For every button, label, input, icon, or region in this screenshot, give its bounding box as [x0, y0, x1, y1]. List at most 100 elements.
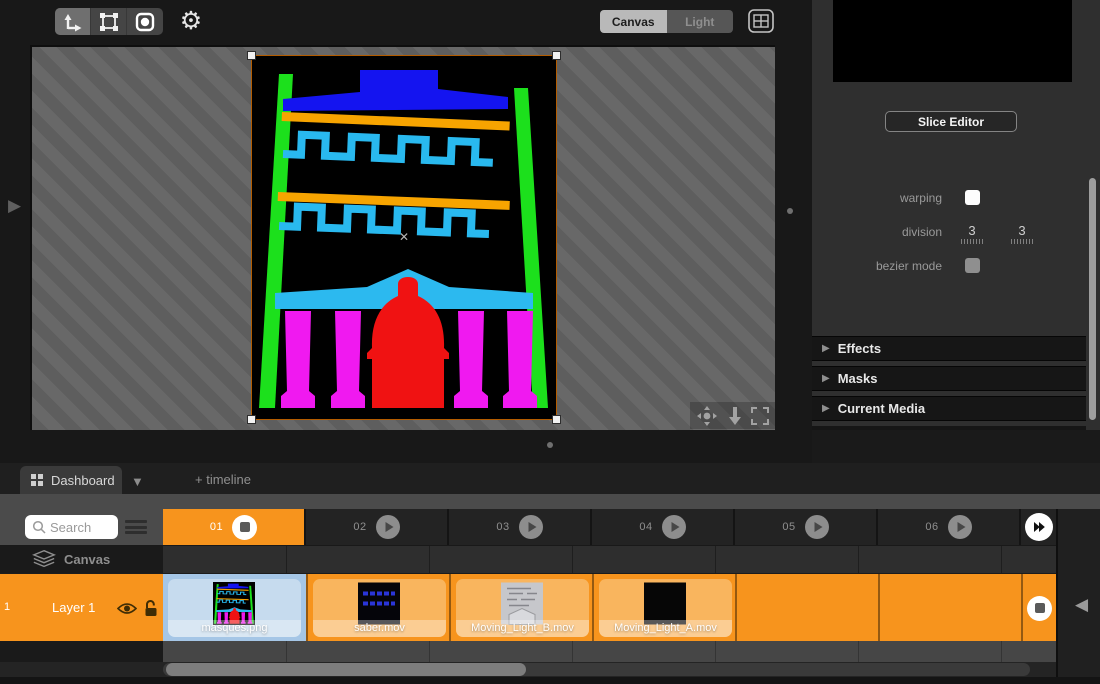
slice-editor-button[interactable]: Slice Editor: [885, 111, 1017, 132]
media-cell-01[interactable]: masques.png: [163, 574, 306, 642]
media-card[interactable]: saber.mov: [313, 579, 446, 637]
mask-icon: [135, 12, 155, 31]
collapse-panel-caret[interactable]: ◀: [1075, 595, 1088, 615]
media-cell-02[interactable]: saber.mov: [306, 574, 449, 642]
media-thumbnail: [501, 582, 543, 625]
stop-icon: [1027, 595, 1052, 621]
bezier-mode-checkbox[interactable]: [965, 258, 980, 273]
stop-icon[interactable]: [232, 514, 258, 540]
play-icon[interactable]: [375, 515, 400, 539]
horizontal-scrollbar-track[interactable]: [163, 663, 1030, 676]
fullscreen-icon[interactable]: [751, 406, 769, 425]
properties-panel: Slice Editor warping division 3 3 bezier…: [812, 0, 1100, 430]
media-filename: Moving_Light_B.mov: [456, 620, 589, 637]
corner-pin-tool-button[interactable]: [91, 8, 127, 35]
layers-icon: [32, 549, 56, 568]
search-box[interactable]: [25, 515, 118, 539]
view-toggle-light[interactable]: Light: [666, 10, 733, 33]
grid-view-button[interactable]: [748, 9, 774, 33]
section-partial: [812, 426, 1086, 430]
section-label: Effects: [837, 341, 882, 356]
timeline-header: 01 02 03 04 05 06: [0, 509, 1056, 545]
tool-group: [55, 8, 163, 35]
view-toggle: Canvas Light: [600, 10, 733, 33]
media-card[interactable]: masques.png: [168, 579, 301, 637]
left-panel-expand-caret[interactable]: ▶: [8, 196, 21, 216]
media-filename: saber.mov: [313, 620, 446, 637]
move-tool-button[interactable]: [55, 8, 91, 35]
tab-dashboard[interactable]: Dashboard: [20, 466, 122, 494]
media-cell-04[interactable]: Moving_Light_A.mov: [592, 574, 735, 642]
menu-icon[interactable]: [125, 520, 147, 534]
grid-view-icon: [748, 9, 774, 33]
canvas-view-controls: [690, 402, 775, 429]
fit-down-arrow-icon[interactable]: [728, 406, 742, 426]
section-label: Masks: [837, 371, 878, 386]
section-current-media[interactable]: ▶ Current Media: [812, 396, 1086, 421]
layer-header[interactable]: 1 Layer 1: [0, 574, 163, 642]
media-card[interactable]: Moving_Light_B.mov: [456, 579, 589, 637]
panel-resize-dot-right[interactable]: [787, 208, 793, 214]
unlock-icon[interactable]: [143, 599, 159, 617]
media-cell-06-empty[interactable]: [878, 574, 1021, 642]
play-icon[interactable]: [804, 515, 829, 539]
media-card[interactable]: Moving_Light_A.mov: [599, 579, 732, 637]
selected-surface[interactable]: ✕: [247, 51, 561, 424]
selection-handle-top-right[interactable]: [552, 51, 561, 60]
canvas-row-header[interactable]: Canvas: [0, 545, 163, 573]
section-masks[interactable]: ▶ Masks: [812, 366, 1086, 391]
app-window: ⚙ Canvas Light ▶ ✕ Slice Editor warping …: [0, 0, 1100, 684]
column-header-06[interactable]: 06: [878, 509, 1021, 545]
pan-icon[interactable]: [696, 405, 718, 427]
column-label: 01: [209, 521, 224, 533]
mapping-canvas[interactable]: ✕: [30, 45, 775, 430]
layer-index: 1: [4, 601, 11, 613]
column-label: 04: [639, 521, 653, 533]
selection-handle-bottom-right[interactable]: [552, 415, 561, 424]
surface-center-marker: ✕: [398, 230, 410, 244]
column-header-03[interactable]: 03: [449, 509, 592, 545]
column-header-01[interactable]: 01: [163, 509, 306, 545]
panel-resize-dot-bottom[interactable]: [547, 442, 553, 448]
visibility-eye-icon[interactable]: [117, 602, 137, 615]
play-icon[interactable]: [518, 515, 543, 539]
play-icon[interactable]: [661, 515, 686, 539]
division-x-field[interactable]: 3: [962, 223, 982, 238]
media-thumbnail: [644, 582, 686, 625]
view-toggle-canvas[interactable]: Canvas: [600, 10, 667, 33]
selection-handle-bottom-left[interactable]: [247, 415, 256, 424]
panel-scrollbar[interactable]: [1089, 178, 1096, 420]
column-header-04[interactable]: 04: [592, 509, 735, 545]
selection-handle-top-left[interactable]: [247, 51, 256, 60]
column-header-05[interactable]: 05: [735, 509, 878, 545]
skip-forward-button[interactable]: [1021, 509, 1056, 545]
warping-checkbox[interactable]: [965, 190, 980, 205]
layer-row: 1 Layer 1 masques.png saber.mov Moving_L…: [0, 573, 1056, 642]
media-filename: masques.png: [168, 620, 301, 637]
media-cell-05-empty[interactable]: [735, 574, 878, 642]
division-label: division: [901, 225, 942, 239]
column-label: 02: [353, 521, 367, 533]
add-timeline-button[interactable]: + timeline: [195, 472, 251, 487]
mask-tool-button[interactable]: [127, 8, 163, 35]
layer-stop-button[interactable]: [1021, 574, 1056, 642]
column-label: 05: [782, 521, 796, 533]
layer-name: Layer 1: [52, 600, 96, 615]
output-preview: [833, 0, 1072, 82]
play-icon[interactable]: [947, 515, 972, 539]
media-cell-03[interactable]: Moving_Light_B.mov: [449, 574, 592, 642]
fast-forward-icon: [1024, 513, 1053, 541]
timeline-header-left: [0, 509, 163, 545]
tab-dropdown-caret[interactable]: ▼: [131, 474, 144, 489]
settings-gear-icon[interactable]: ⚙: [178, 6, 204, 36]
division-y-field[interactable]: 3: [1012, 223, 1032, 238]
horizontal-scrollbar-thumb[interactable]: [166, 663, 526, 676]
section-effects[interactable]: ▶ Effects: [812, 336, 1086, 361]
column-label: 06: [925, 521, 939, 533]
timeline-right-strip: ◀: [1056, 509, 1100, 684]
column-header-02[interactable]: 02: [306, 509, 449, 545]
search-input[interactable]: [50, 519, 110, 535]
chevron-right-icon: ▶: [822, 343, 830, 354]
division-x-ruler: [961, 239, 983, 244]
timeline-under-strip: [0, 641, 1056, 662]
